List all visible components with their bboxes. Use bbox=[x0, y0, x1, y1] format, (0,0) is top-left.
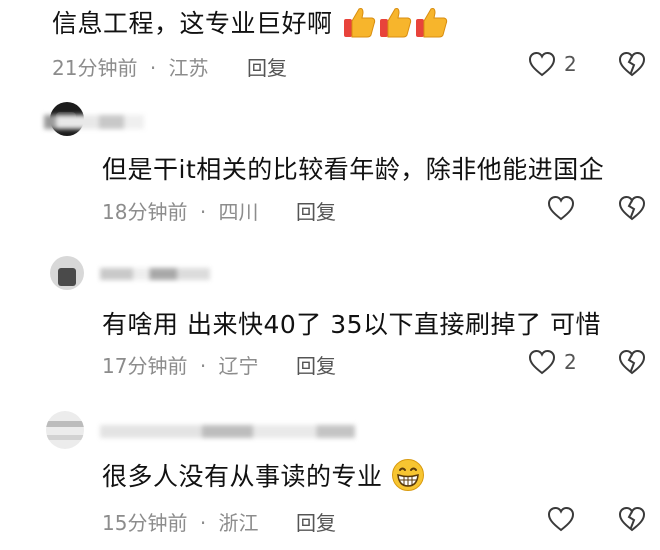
comment-meta: 15分钟前 · 浙江 bbox=[102, 507, 259, 536]
dislike-button[interactable] bbox=[618, 505, 646, 533]
comment-meta: 18分钟前 · 四川 bbox=[102, 196, 259, 225]
comment-text: 有啥用 出来快40了 35以下直接刷掉了 可惜 bbox=[102, 310, 601, 339]
like-button[interactable] bbox=[547, 194, 575, 222]
avatar[interactable] bbox=[50, 256, 84, 290]
comment-time: 18分钟前 bbox=[102, 200, 188, 224]
broken-heart-icon bbox=[618, 51, 646, 77]
broken-heart-icon bbox=[618, 506, 646, 532]
comment-meta: 21分钟前 · 江苏 bbox=[52, 52, 209, 81]
heart-outline-icon bbox=[528, 51, 556, 77]
username-blurred[interactable] bbox=[100, 268, 210, 280]
reply-button[interactable]: 回复 bbox=[247, 52, 287, 81]
comment-meta: 17分钟前 · 辽宁 bbox=[102, 350, 259, 379]
thumbs-up-icon bbox=[413, 5, 449, 45]
meta-separator: · bbox=[199, 511, 207, 535]
reply-button[interactable]: 回复 bbox=[296, 196, 336, 225]
broken-heart-icon bbox=[618, 195, 646, 221]
comment-time: 21分钟前 bbox=[52, 56, 138, 80]
comment-2: 但是干it相关的比较看年龄，除非他能进国企 18分钟前 · 四川 回复 bbox=[0, 95, 660, 235]
like-count: 2 bbox=[564, 350, 577, 374]
comment-1: 信息工程，这专业巨好啊 21分钟前 · 江苏 回复 2 bbox=[0, 0, 660, 90]
thumbs-up-icon bbox=[341, 5, 377, 45]
comment-location: 江苏 bbox=[168, 56, 209, 80]
comment-location: 浙江 bbox=[218, 511, 259, 535]
like-count: 2 bbox=[564, 52, 577, 76]
heart-outline-icon bbox=[547, 195, 575, 221]
thumbs-up-icon bbox=[377, 5, 413, 45]
reply-button[interactable]: 回复 bbox=[296, 350, 336, 379]
meta-separator: · bbox=[199, 354, 207, 378]
comment-location: 四川 bbox=[218, 200, 259, 224]
dislike-button[interactable] bbox=[618, 50, 646, 78]
like-button[interactable]: 2 bbox=[528, 348, 577, 376]
avatar[interactable] bbox=[46, 411, 84, 449]
comment-location: 辽宁 bbox=[218, 354, 259, 378]
comment-text-content: 很多人没有从事读的专业 bbox=[102, 462, 383, 491]
username-blurred[interactable] bbox=[100, 425, 355, 438]
comment-text: 信息工程，这专业巨好啊 bbox=[52, 4, 449, 45]
heart-outline-icon bbox=[547, 506, 575, 532]
heart-outline-icon bbox=[528, 349, 556, 375]
reply-button[interactable]: 回复 bbox=[296, 507, 336, 536]
broken-heart-icon bbox=[618, 349, 646, 375]
comment-time: 17分钟前 bbox=[102, 354, 188, 378]
grinning-face-icon bbox=[391, 458, 425, 498]
dislike-button[interactable] bbox=[618, 194, 646, 222]
meta-separator: · bbox=[199, 200, 207, 224]
comment-time: 15分钟前 bbox=[102, 511, 188, 535]
comment-text-content: 信息工程，这专业巨好啊 bbox=[52, 9, 333, 38]
comment-3: 有啥用 出来快40了 35以下直接刷掉了 可惜 17分钟前 · 辽宁 回复 2 bbox=[0, 250, 660, 390]
username-blurred[interactable] bbox=[44, 115, 144, 129]
like-button[interactable]: 2 bbox=[528, 50, 577, 78]
comment-text: 但是干it相关的比较看年龄，除非他能进国企 bbox=[102, 155, 605, 184]
comment-text: 很多人没有从事读的专业 bbox=[102, 457, 425, 498]
meta-separator: · bbox=[149, 56, 157, 80]
dislike-button[interactable] bbox=[618, 348, 646, 376]
comment-4: 很多人没有从事读的专业 15分钟前 · 浙江 回复 bbox=[0, 405, 660, 550]
like-button[interactable] bbox=[547, 505, 575, 533]
